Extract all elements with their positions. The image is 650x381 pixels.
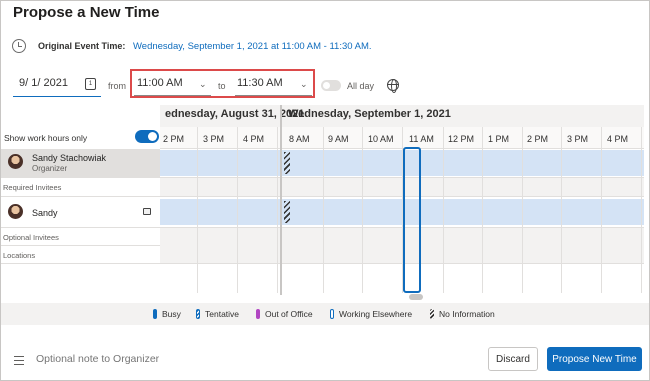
start-time-underline (134, 95, 211, 96)
hour-gridline (601, 127, 602, 293)
legend (1, 303, 649, 325)
all-day-label: All day (347, 81, 375, 91)
day-label-previous: ednesday, August 31, 2021 (165, 108, 305, 120)
selected-time-slot[interactable] (403, 147, 421, 293)
legend-no-information: No Information (430, 309, 495, 319)
day-separator (280, 105, 282, 295)
no-information-marker (284, 201, 290, 223)
busy-block (160, 150, 280, 176)
hour-label-current-0: 8 AM (289, 134, 310, 144)
legend-working-elsewhere-label: Working Elsewhere (339, 309, 413, 319)
hour-gridline (323, 127, 324, 293)
no-information-marker (284, 152, 290, 174)
note-icon (14, 356, 24, 365)
hour-label-current-5: 1 PM (488, 134, 510, 144)
work-hours-toggle[interactable] (135, 130, 159, 143)
hour-label-current-3: 11 AM (409, 134, 434, 144)
hour-label-current-1: 9 AM (328, 134, 349, 144)
attendee-role: Organizer (32, 164, 68, 173)
hour-label-current-4: 12 PM (448, 134, 475, 144)
chevron-down-icon[interactable]: ⌄ (199, 79, 207, 90)
hour-label-current-8: 4 PM (607, 134, 629, 144)
hour-gridline (362, 127, 363, 293)
chevron-down-icon[interactable]: ⌄ (300, 79, 308, 90)
end-time-select[interactable]: 11:30 AM (237, 77, 283, 89)
original-event-value: Wednesday, September 1, 2021 at 11:00 AM… (133, 41, 372, 52)
discard-button[interactable]: Discard (488, 347, 538, 371)
legend-tentative-label: Tentative (205, 309, 240, 319)
work-hours-label: Show work hours only (4, 133, 88, 143)
calendar-status-icon (143, 208, 151, 215)
propose-new-time-button[interactable]: Propose New Time (547, 347, 642, 371)
calendar-icon[interactable]: 1 (85, 78, 96, 90)
attendee-name: Sandy Stachowiak (32, 153, 107, 163)
optional-invitees-label: Optional Invitees (3, 233, 59, 242)
busy-block (160, 199, 280, 225)
note-input[interactable] (36, 353, 476, 365)
tentative-swatch-icon (196, 309, 200, 319)
legend-busy-label: Busy (162, 309, 181, 319)
start-time-select[interactable]: 11:00 AM (137, 77, 183, 89)
hour-label-current-6: 2 PM (527, 134, 549, 144)
no-information-swatch-icon (430, 309, 434, 319)
hour-label-prev-1: 3 PM (203, 134, 225, 144)
hour-gridline (237, 127, 238, 293)
end-time-underline (235, 95, 312, 96)
avatar (8, 154, 23, 169)
dialog-title: Propose a New Time (13, 4, 160, 21)
out-of-office-swatch-icon (256, 309, 260, 319)
legend-out-of-office: Out of Office (256, 309, 313, 319)
working-elsewhere-swatch-icon (330, 309, 334, 319)
legend-out-of-office-label: Out of Office (265, 309, 313, 319)
scrollbar-thumb[interactable] (409, 294, 423, 300)
hour-gridline (443, 127, 444, 293)
hour-gridline (482, 127, 483, 293)
hour-gridline (522, 127, 523, 293)
clock-icon (12, 39, 26, 53)
locations-label: Locations (3, 251, 36, 260)
date-value: 9/ 1/ 2021 (19, 77, 68, 89)
hour-label-current-7: 3 PM (567, 134, 589, 144)
original-event-label: Original Event Time: (38, 41, 126, 51)
hour-label-prev-0: 2 PM (163, 134, 185, 144)
required-invitees-label: Required Invitees (3, 183, 62, 192)
day-label-current: Wednesday, September 1, 2021 (288, 108, 451, 120)
avatar (8, 204, 23, 219)
busy-block (282, 199, 644, 225)
hour-gridline (641, 127, 642, 293)
hour-gridline (277, 127, 278, 293)
all-day-toggle[interactable] (321, 80, 341, 91)
globe-icon[interactable] (387, 79, 399, 93)
hour-label-prev-2: 4 PM (243, 134, 265, 144)
legend-tentative: Tentative (196, 309, 239, 319)
busy-block (282, 150, 644, 176)
busy-swatch-icon (153, 309, 157, 319)
hour-label-current-2: 10 AM (368, 134, 394, 144)
hour-gridline (561, 127, 562, 293)
hour-gridline (197, 127, 198, 293)
legend-busy: Busy (153, 309, 181, 319)
legend-no-information-label: No Information (439, 309, 495, 319)
from-label: from (108, 81, 126, 91)
attendee-name: Sandy (32, 208, 58, 218)
legend-working-elsewhere: Working Elsewhere (330, 309, 412, 319)
to-label: to (218, 81, 226, 91)
